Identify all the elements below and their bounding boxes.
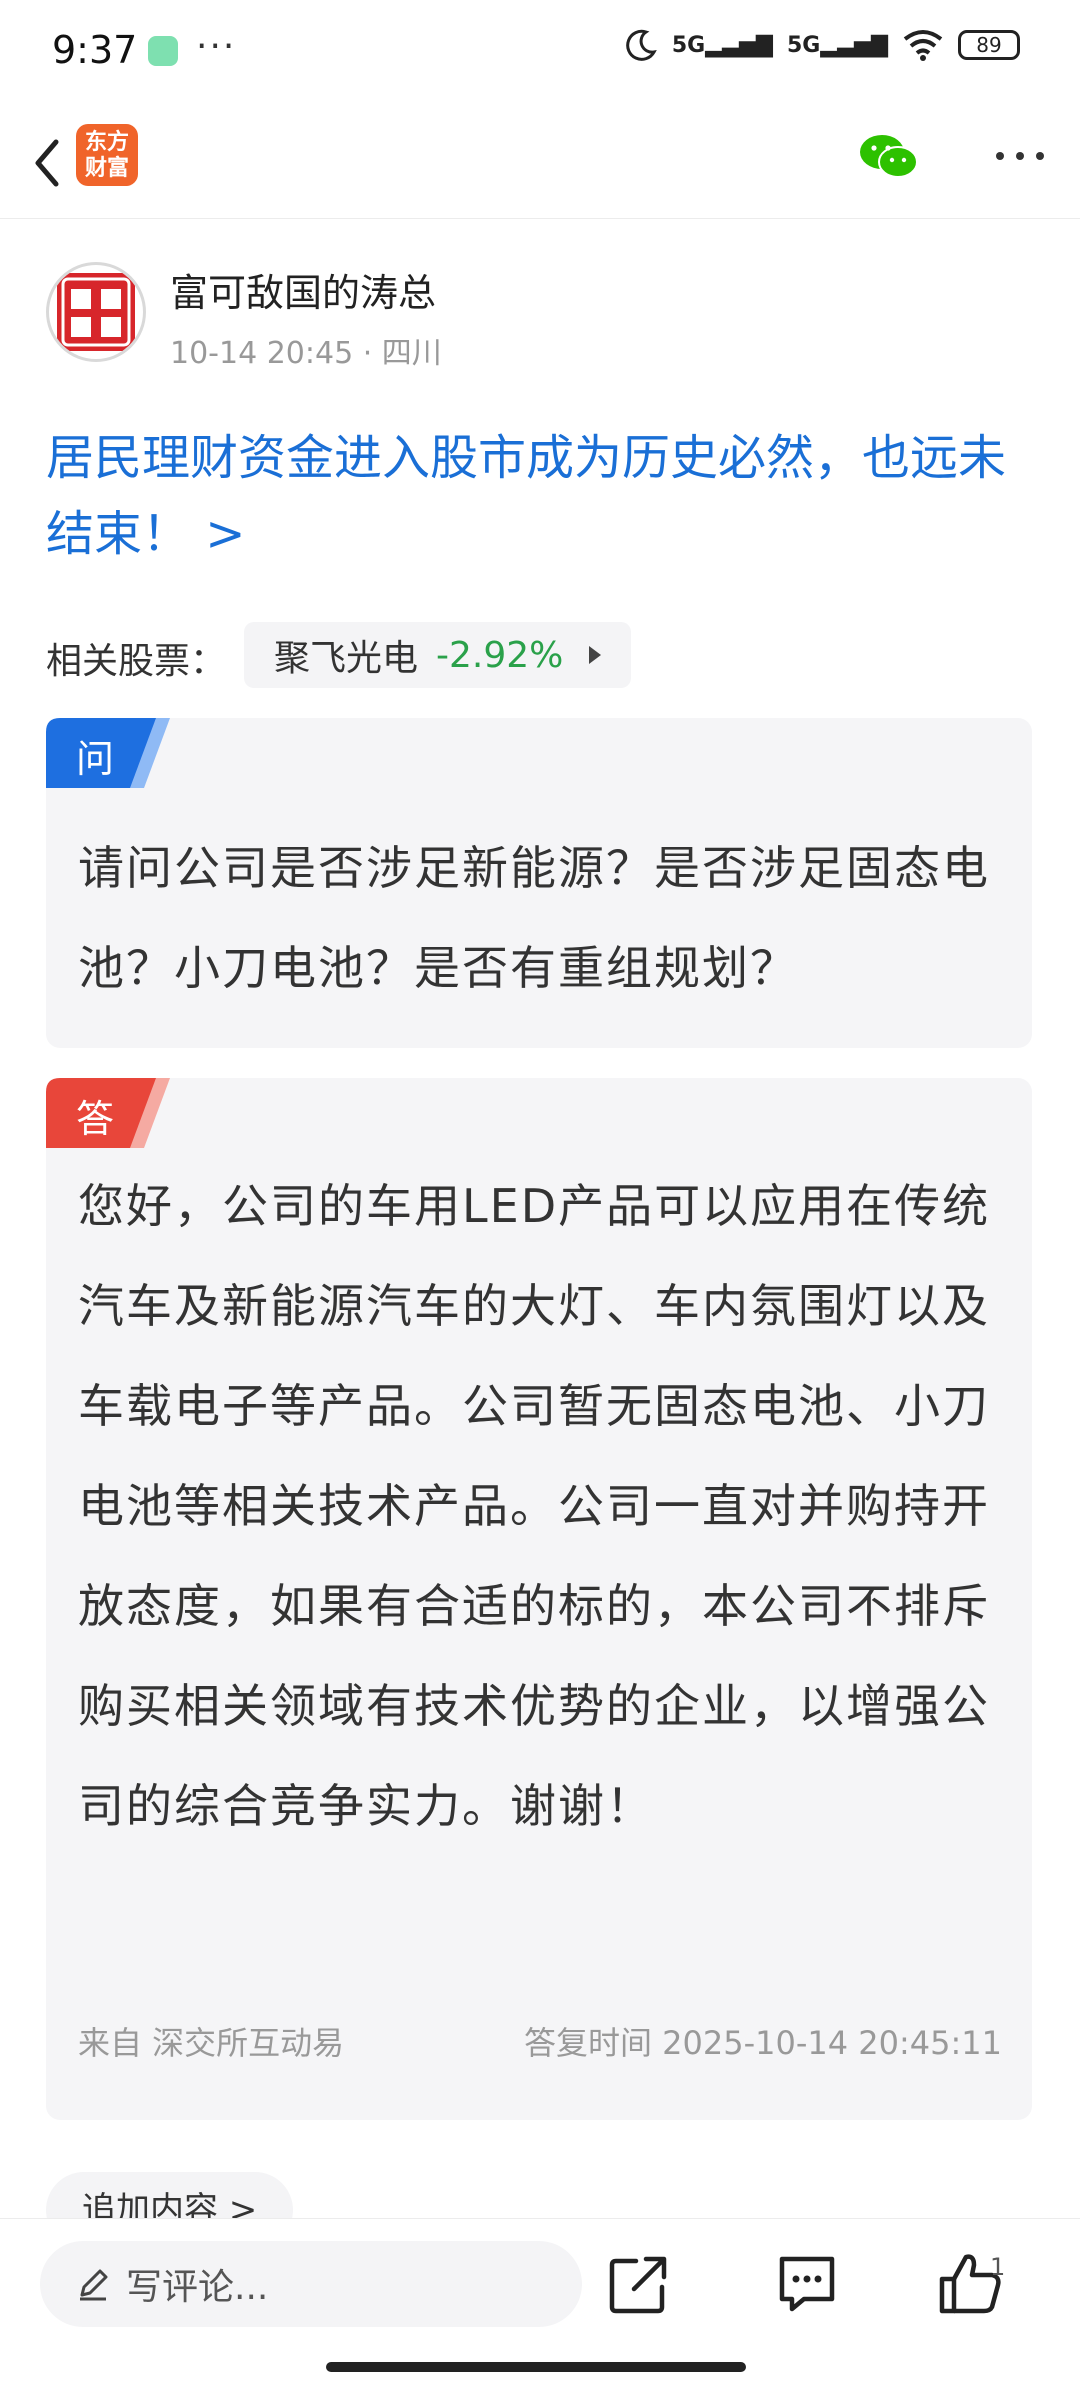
status-more-icon: ··· bbox=[196, 26, 237, 67]
question-card: 问 请问公司是否涉足新能源？是否涉足固态电池？小刀电池？是否有重组规划？ bbox=[46, 718, 1032, 1048]
related-stocks-label: 相关股票： bbox=[46, 641, 227, 682]
bottom-action-bar: 写评论... 1 bbox=[0, 2218, 1080, 2401]
logo-line-1: 东方 bbox=[84, 130, 129, 155]
share-icon[interactable] bbox=[606, 2251, 672, 2317]
battery-level: 89 bbox=[976, 33, 1002, 57]
moon-icon bbox=[626, 29, 657, 61]
answer-tag-label: 答 bbox=[76, 1097, 115, 1141]
app-logo: 东方 财富 bbox=[76, 124, 138, 186]
like-count: 1 bbox=[990, 2253, 1006, 2281]
signal-5g-2-icon: 5G▂▃▅▇ bbox=[786, 32, 888, 58]
stock-change: -2.92% bbox=[436, 634, 564, 676]
comment-placeholder: 写评论... bbox=[126, 2267, 269, 2308]
home-indicator[interactable] bbox=[326, 2362, 746, 2372]
author-name[interactable]: 富可敌国的涛总 bbox=[170, 262, 436, 317]
author-avatar[interactable] bbox=[46, 262, 146, 362]
answer-source: 来自 深交所互动易 bbox=[78, 2024, 345, 2062]
status-time: 9:37 bbox=[52, 28, 138, 72]
wechat-icon[interactable] bbox=[858, 132, 920, 182]
status-indicators: 5G▂▃▅▇ 5G▂▃▅▇ 89 bbox=[624, 28, 1020, 62]
answer-reply-time: 答复时间 2025-10-14 20:45:11 bbox=[523, 2024, 1002, 2062]
triangle-right-icon bbox=[589, 646, 602, 664]
stock-name: 聚飞光电 bbox=[274, 638, 419, 679]
comment-input[interactable]: 写评论... bbox=[40, 2241, 582, 2327]
battery-icon: 89 bbox=[958, 30, 1020, 60]
related-stock-chip[interactable]: 聚飞光电 -2.92% bbox=[244, 622, 632, 688]
avatar-seal-icon bbox=[57, 273, 135, 351]
chevron-left-icon[interactable] bbox=[22, 128, 72, 198]
wifi-icon bbox=[903, 30, 943, 61]
app-notification-icon bbox=[148, 36, 178, 66]
answer-card: 答 您好，公司的车用LED产品可以应用在传统汽车及新能源汽车的大灯、车内氛围灯以… bbox=[46, 1078, 1032, 2120]
comment-icon[interactable] bbox=[774, 2251, 840, 2317]
question-tag-label: 问 bbox=[76, 737, 115, 781]
answer-text: 您好，公司的车用LED产品可以应用在传统汽车及新能源汽车的大灯、车内氛围灯以及车… bbox=[78, 1179, 991, 1833]
more-icon[interactable] bbox=[992, 138, 1048, 174]
question-text: 请问公司是否涉足新能源？是否涉足固态电池？小刀电池？是否有重组规划？ bbox=[78, 841, 990, 995]
signal-5g-1-icon: 5G▂▃▅▇ bbox=[671, 32, 773, 58]
pencil-icon bbox=[80, 2269, 108, 2301]
signal-label-2: 5G bbox=[786, 32, 821, 58]
signal-label-1: 5G bbox=[671, 32, 706, 58]
logo-line-2: 财富 bbox=[84, 156, 129, 181]
post-meta: 10-14 20:45 · 四川 bbox=[170, 336, 442, 371]
top-nav-bar: 东方 财富 bbox=[0, 110, 1080, 219]
post-title[interactable]: 居民理财资金进入股市成为历史必然，也远未结束！ > bbox=[46, 420, 1036, 572]
